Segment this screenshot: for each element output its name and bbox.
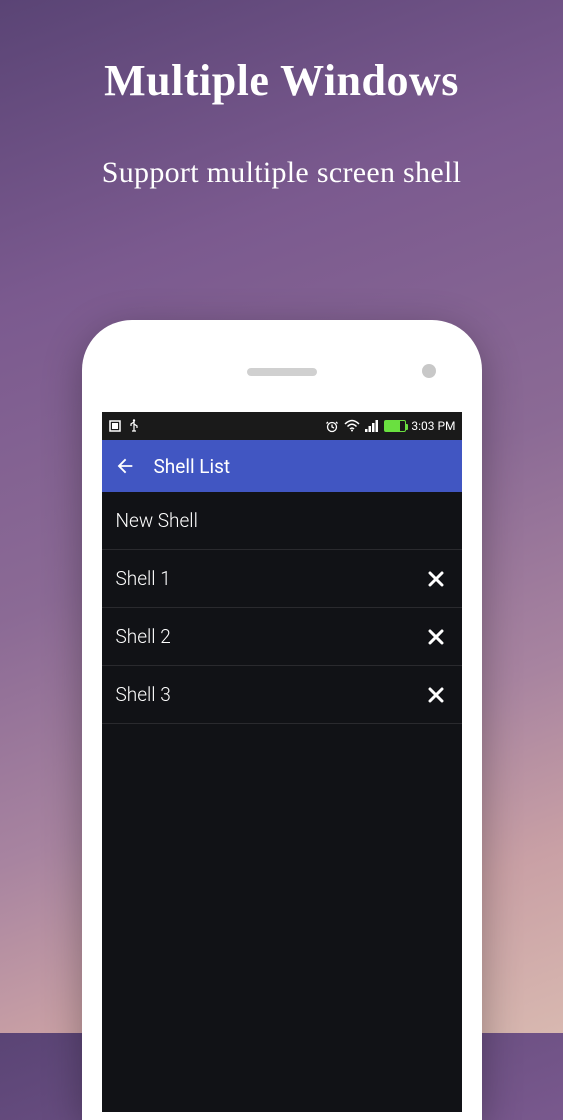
back-button[interactable]	[114, 455, 136, 477]
phone-frame: 3:03 PM Shell List New Shell Shell 1 She…	[82, 320, 482, 1120]
app-bar-title: Shell List	[154, 455, 231, 478]
app-bar: Shell List	[102, 440, 462, 492]
phone-screen: 3:03 PM Shell List New Shell Shell 1 She…	[102, 412, 462, 1112]
phone-bezel-top	[82, 320, 482, 412]
promo-subtitle: Support multiple screen shell	[0, 156, 563, 190]
shell-item-label: Shell 2	[116, 625, 171, 648]
shell-list: New Shell Shell 1 Shell 2 Shell 3	[102, 492, 462, 724]
alarm-icon	[325, 419, 339, 433]
shell-item-label: Shell 1	[116, 567, 171, 590]
close-shell-button[interactable]	[424, 683, 448, 707]
status-bar: 3:03 PM	[102, 412, 462, 440]
shell-item-label: Shell 3	[116, 683, 171, 706]
status-left	[108, 419, 140, 433]
close-shell-button[interactable]	[424, 567, 448, 591]
usb-icon	[128, 419, 140, 433]
new-shell-label: New Shell	[116, 509, 198, 532]
battery-icon	[384, 420, 406, 432]
close-shell-button[interactable]	[424, 625, 448, 649]
phone-speaker	[247, 368, 317, 376]
new-shell-item[interactable]: New Shell	[102, 492, 462, 550]
status-right: 3:03 PM	[325, 419, 455, 433]
phone-camera	[422, 364, 436, 378]
shell-list-item[interactable]: Shell 1	[102, 550, 462, 608]
signal-icon	[365, 420, 379, 432]
promo-title: Multiple Windows	[0, 55, 563, 106]
shell-list-item[interactable]: Shell 3	[102, 666, 462, 724]
screenshot-icon	[108, 419, 122, 433]
wifi-icon	[344, 419, 360, 433]
status-time: 3:03 PM	[411, 419, 455, 433]
shell-list-item[interactable]: Shell 2	[102, 608, 462, 666]
